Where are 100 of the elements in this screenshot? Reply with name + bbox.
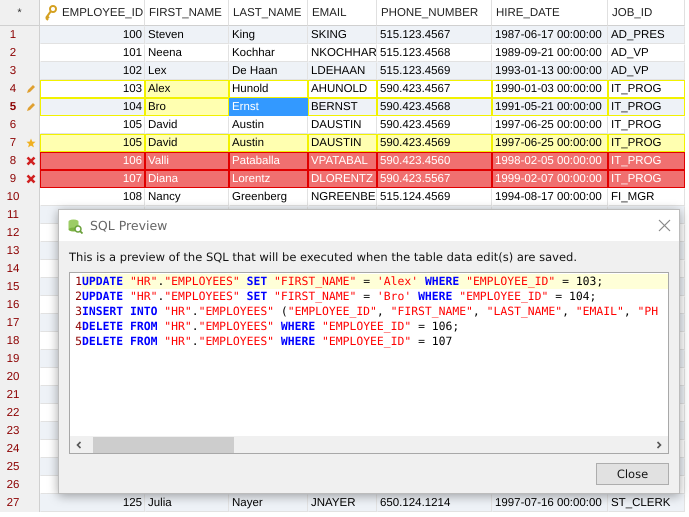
table-cell[interactable]: DAUSTIN <box>308 134 377 152</box>
close-icon[interactable] <box>658 219 671 232</box>
row-header[interactable]: 20 <box>0 368 40 386</box>
row-header[interactable]: 14 <box>0 260 40 278</box>
table-cell[interactable]: Julia <box>145 494 229 512</box>
table-cell[interactable]: BERNST <box>308 98 377 116</box>
table-cell[interactable]: 101 <box>40 44 145 62</box>
table-cell[interactable]: Greenberg <box>229 188 308 206</box>
table-cell[interactable]: 1993-01-13 00:00:00 <box>492 62 608 80</box>
column-header[interactable]: PHONE_NUMBER <box>377 0 492 26</box>
table-cell[interactable]: 590.423.4569 <box>377 134 492 152</box>
table-cell[interactable]: 105 <box>40 134 145 152</box>
table-cell[interactable]: Steven <box>145 26 229 44</box>
table-cell[interactable]: 100 <box>40 26 145 44</box>
table-cell[interactable]: 590.423.4567 <box>377 80 492 98</box>
row-header[interactable]: 1 <box>0 26 40 44</box>
horizontal-scrollbar[interactable] <box>70 436 668 453</box>
table-cell[interactable]: AD_VP <box>608 62 685 80</box>
row-header[interactable]: 8 <box>0 152 40 170</box>
table-cell[interactable]: 102 <box>40 62 145 80</box>
table-cell[interactable]: AD_PRES <box>608 26 685 44</box>
table-cell[interactable]: 1991-05-21 00:00:00 <box>492 98 608 116</box>
table-cell[interactable]: LDEHAAN <box>308 62 377 80</box>
row-header[interactable]: 16 <box>0 296 40 314</box>
column-header[interactable]: FIRST_NAME <box>145 0 229 26</box>
table-cell[interactable]: IT_PROG <box>608 116 685 134</box>
scroll-right-icon[interactable] <box>654 440 664 450</box>
table-cell[interactable]: 1990-01-03 00:00:00 <box>492 80 608 98</box>
row-header[interactable]: 17 <box>0 314 40 332</box>
row-header[interactable]: 12 <box>0 224 40 242</box>
table-cell[interactable]: Austin <box>229 116 308 134</box>
table-cell[interactable]: 103 <box>40 80 145 98</box>
row-header[interactable]: 15 <box>0 278 40 296</box>
column-header[interactable]: LAST_NAME <box>229 0 308 26</box>
table-cell[interactable]: David <box>145 116 229 134</box>
table-cell[interactable]: IT_PROG <box>608 134 685 152</box>
scrollbar-thumb[interactable] <box>93 436 234 452</box>
table-cell[interactable]: AHUNOLD <box>308 80 377 98</box>
table-cell[interactable]: SKING <box>308 26 377 44</box>
row-header[interactable]: 4 <box>0 80 40 98</box>
column-header[interactable]: JOB_ID <box>608 0 685 26</box>
row-header[interactable]: 18 <box>0 332 40 350</box>
row-header[interactable]: 10 <box>0 188 40 206</box>
table-cell[interactable]: Hunold <box>229 80 308 98</box>
table-cell[interactable]: 590.423.4568 <box>377 98 492 116</box>
row-header[interactable]: 19 <box>0 350 40 368</box>
table-cell[interactable]: Austin <box>229 134 308 152</box>
table-cell[interactable]: NGREENBE <box>308 188 377 206</box>
table-cell[interactable]: 1997-06-25 00:00:00 <box>492 134 608 152</box>
table-cell[interactable]: 125 <box>40 494 145 512</box>
row-header[interactable]: 26 <box>0 476 40 494</box>
scroll-left-icon[interactable] <box>74 440 84 450</box>
row-header[interactable]: 25 <box>0 458 40 476</box>
table-cell[interactable]: FI_MGR <box>608 188 685 206</box>
close-button[interactable]: Close <box>596 463 669 485</box>
table-cell[interactable]: 1997-07-16 00:00:00 <box>492 494 608 512</box>
table-cell[interactable]: 105 <box>40 116 145 134</box>
row-header[interactable]: 24 <box>0 440 40 458</box>
table-cell[interactable]: Neena <box>145 44 229 62</box>
sql-editor[interactable] <box>69 272 669 454</box>
table-cell[interactable]: NKOCHHAR <box>308 44 377 62</box>
table-cell[interactable]: 1987-06-17 00:00:00 <box>492 26 608 44</box>
table-cell[interactable]: Alex <box>145 80 229 98</box>
table-cell[interactable]: Bro <box>145 98 229 116</box>
table-cell[interactable]: 515.123.4569 <box>377 62 492 80</box>
table-cell[interactable]: 515.123.4567 <box>377 26 492 44</box>
table-cell[interactable]: Nancy <box>145 188 229 206</box>
row-header[interactable]: 27 <box>0 494 40 512</box>
row-header[interactable]: 7 <box>0 134 40 152</box>
table-cell[interactable]: IT_PROG <box>608 80 685 98</box>
row-header[interactable]: 11 <box>0 206 40 224</box>
table-cell[interactable]: 108 <box>40 188 145 206</box>
table-cell[interactable]: 590.423.4569 <box>377 116 492 134</box>
table-cell[interactable]: ST_CLERK <box>608 494 685 512</box>
table-cell[interactable]: 515.124.4569 <box>377 188 492 206</box>
table-cell[interactable]: 1997-06-25 00:00:00 <box>492 116 608 134</box>
row-header[interactable]: 6 <box>0 116 40 134</box>
table-cell[interactable]: 650.124.1214 <box>377 494 492 512</box>
row-header[interactable]: 9 <box>0 170 40 188</box>
table-cell[interactable]: Nayer <box>229 494 308 512</box>
table-cell[interactable]: AD_VP <box>608 44 685 62</box>
table-cell[interactable]: King <box>229 26 308 44</box>
row-header[interactable]: 3 <box>0 62 40 80</box>
table-cell[interactable]: 1994-08-17 00:00:00 <box>492 188 608 206</box>
table-cell[interactable]: De Haan <box>229 62 308 80</box>
row-header[interactable]: 22 <box>0 404 40 422</box>
row-header[interactable]: 5 <box>0 98 40 116</box>
column-header[interactable]: EMAIL <box>308 0 377 26</box>
row-header[interactable]: 2 <box>0 44 40 62</box>
table-cell[interactable]: Lex <box>145 62 229 80</box>
column-header[interactable]: HIRE_DATE <box>492 0 608 26</box>
table-cell[interactable]: IT_PROG <box>608 98 685 116</box>
row-header[interactable]: 13 <box>0 242 40 260</box>
table-cell[interactable]: JNAYER <box>308 494 377 512</box>
column-header[interactable]: EMPLOYEE_ID <box>40 0 145 26</box>
table-cell[interactable]: 104 <box>40 98 145 116</box>
table-cell[interactable]: David <box>145 134 229 152</box>
row-header[interactable]: 21 <box>0 386 40 404</box>
table-cell[interactable]: 1989-09-21 00:00:00 <box>492 44 608 62</box>
table-cell[interactable]: Kochhar <box>229 44 308 62</box>
